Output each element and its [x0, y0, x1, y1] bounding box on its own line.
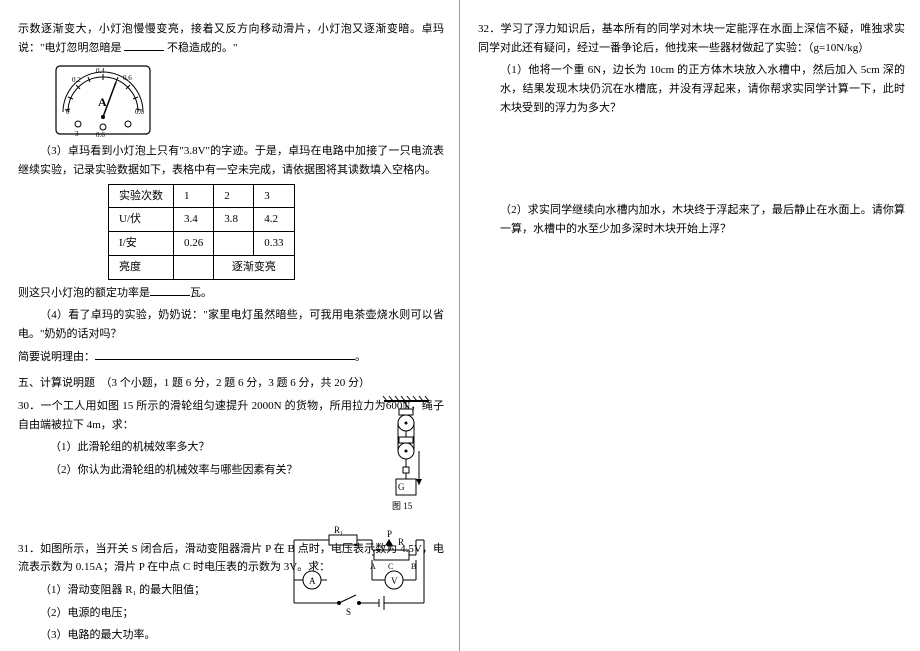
q31: 31．如图所示，当开关 S 闭合后，滑动变阻器滑片 P 在 B 点时，电压表示数… [18, 540, 444, 645]
pulley-figure: G 图 15 [379, 395, 434, 522]
svg-text:A: A [309, 576, 316, 586]
ammeter-figure: 0.2 0.4 0.6 0 0.6 A 3 0.6 - [48, 62, 444, 137]
q31-num: 31． [18, 543, 40, 555]
cell: I/安 [109, 232, 174, 256]
reason-label: 简要说明理由： [18, 351, 95, 363]
cell [174, 255, 214, 279]
q32-intro: 32．学习了浮力知识后，基本所有的同学对木块一定能浮在水面上深信不疑，唯独求实同… [478, 20, 905, 57]
svg-text:V: V [391, 576, 398, 586]
circuit-figure: R₁ P R A C B A V S [284, 525, 434, 627]
blank-instability [124, 39, 164, 51]
cell: 4.2 [254, 208, 294, 232]
svg-text:B: B [411, 562, 416, 571]
table-row: I/安 0.26 0.33 [109, 232, 295, 256]
cell: 3 [254, 184, 294, 208]
svg-text:P: P [387, 529, 392, 539]
svg-text:A: A [98, 95, 107, 109]
q32-sub2: （2）求实同学继续向水槽内加水，木块终于浮起来了，最后静止在水面上。请你算一算，… [478, 201, 905, 238]
experiment-table: 实验次数 1 2 3 U/伏 3.4 3.8 4.2 I/安 0.26 0.33… [108, 184, 295, 280]
reason-line: 简要说明理由：。 [18, 348, 444, 367]
svg-text:0: 0 [66, 108, 70, 116]
svg-text:C: C [388, 562, 393, 571]
svg-text:G: G [398, 482, 405, 492]
intro-line-end: 不稳造成的。" [167, 42, 238, 54]
cell-blank [214, 232, 254, 256]
svg-text:0.4: 0.4 [96, 67, 105, 75]
q32-num: 32． [478, 23, 501, 35]
table-row: 亮度 逐渐变亮 [109, 255, 295, 279]
svg-text:0.2: 0.2 [72, 76, 81, 84]
left-column: 示数逐渐变大，小灯泡慢慢变亮，接着又反方向移动滑片，小灯泡又逐渐变暗。卓玛说："… [0, 0, 460, 651]
cell: 3.4 [174, 208, 214, 232]
fig-label: 图 15 [392, 501, 413, 511]
cell: 亮度 [109, 255, 174, 279]
cell: 0.26 [174, 232, 214, 256]
cell: 逐渐变亮 [214, 255, 294, 279]
intro-text: 示数逐渐变大，小灯泡慢慢变亮，接着又反方向移动滑片，小灯泡又逐渐变暗。卓玛说："… [18, 20, 444, 57]
q30-num: 30． [18, 400, 41, 412]
q3-text: （3）卓玛看到小灯泡上只有"3.8V"的字迹。于是，卓玛在电路中加接了一只电流表… [18, 142, 444, 179]
q32-intro-text: 学习了浮力知识后，基本所有的同学对木块一定能浮在水面上深信不疑，唯独求实同学对此… [478, 23, 905, 54]
svg-text:0.6: 0.6 [135, 108, 144, 116]
svg-text:A: A [370, 562, 376, 571]
svg-text:R₁: R₁ [334, 525, 343, 535]
section-5-heading: 五、计算说明题 （3 个小题，1 题 6 分，2 题 6 分，3 题 6 分，共… [18, 374, 444, 393]
cell: 3.8 [214, 208, 254, 232]
rated-pre: 则这只小灯泡的额定功率是 [18, 287, 150, 299]
q30: 30．一个工人用如图 15 所示的滑轮组匀速提升 2000N 的货物，所用拉力为… [18, 397, 444, 480]
cell: 0.33 [254, 232, 294, 256]
q32-sub1: （1）他将一个重 6N，边长为 10cm 的正方体木块放入水槽中，然后加入 5c… [478, 61, 905, 117]
blank-reason [95, 348, 355, 360]
svg-text:R: R [398, 537, 404, 547]
svg-text:0.6: 0.6 [123, 74, 132, 82]
cell: U/伏 [109, 208, 174, 232]
rated-post: 瓦。 [190, 287, 212, 299]
rated-power-line: 则这只小灯泡的额定功率是 瓦。 [18, 284, 444, 303]
table-row: U/伏 3.4 3.8 4.2 [109, 208, 295, 232]
table-row: 实验次数 1 2 3 [109, 184, 295, 208]
cell: 实验次数 [109, 184, 174, 208]
cell: 1 [174, 184, 214, 208]
right-column: 32．学习了浮力知识后，基本所有的同学对木块一定能浮在水面上深信不疑，唯独求实同… [460, 0, 920, 651]
cell: 2 [214, 184, 254, 208]
svg-text:S: S [346, 607, 351, 617]
q31-sub3: （3）电路的最大功率。 [18, 626, 444, 645]
blank-power [150, 284, 190, 296]
q4-text: （4）看了卓玛的实验，奶奶说："家里电灯虽然暗些，可我用电茶壶烧水则可以省电。"… [18, 306, 444, 343]
